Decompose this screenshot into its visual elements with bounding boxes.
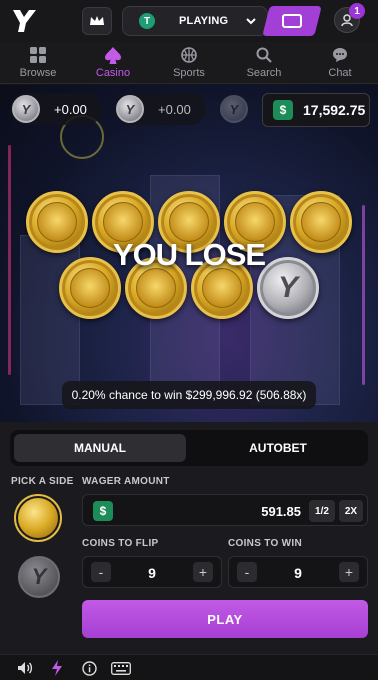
play-button[interactable]: PLAY (82, 600, 368, 638)
coins-to-flip-minus-button[interactable]: - (91, 562, 111, 582)
turbo-toggle[interactable] (48, 660, 66, 676)
chevron-down-icon (246, 18, 256, 25)
currency-selector[interactable]: T PLAYING (122, 6, 268, 36)
win-chance-info: 0.20% chance to win $299,996.92 (506.88x… (62, 381, 316, 409)
coins-to-flip-plus-button[interactable]: + (193, 562, 213, 582)
playing-label: PLAYING (179, 15, 229, 27)
crown-icon (90, 16, 104, 25)
coins-to-flip-stepper: 9 - + (82, 556, 222, 588)
hotkeys-button[interactable] (110, 660, 132, 676)
balance-display: $ 17,592.75 (262, 93, 370, 127)
nav-item-sports[interactable]: Sports (159, 46, 219, 82)
top-bar: T PLAYING 1 (0, 0, 378, 42)
tether-coin-icon: T (139, 13, 155, 29)
double-wager-button[interactable]: 2X (339, 500, 363, 522)
info-icon (81, 660, 97, 676)
wallet-icon (282, 14, 302, 28)
coins-to-win-minus-button[interactable]: - (237, 562, 257, 582)
nav-label: Search (246, 67, 282, 79)
neon-light (362, 205, 365, 385)
tab-manual[interactable]: MANUAL (14, 434, 186, 462)
keyboard-icon (111, 661, 131, 675)
coins-to-win-plus-button[interactable]: + (339, 562, 359, 582)
pick-gold-side[interactable] (14, 494, 62, 542)
footer-toolbar (0, 654, 378, 680)
notification-badge: 1 (349, 3, 365, 19)
game-area: Y +0.00 Y +0.00 Y $ 17,592.75 Y YOU LOSE… (0, 85, 378, 422)
coins-to-flip-label: COINS TO FLIP (82, 538, 159, 549)
silver-coin-icon: Y (116, 95, 144, 123)
side-balance-2: Y +0.00 (114, 93, 206, 125)
pick-side-label: PICK A SIDE (11, 476, 74, 487)
nav-label: Casino (95, 67, 131, 79)
side-balance-1: Y +0.00 (10, 93, 102, 125)
tab-autobet[interactable]: AUTOBET (192, 434, 364, 462)
sound-toggle[interactable] (16, 660, 34, 676)
info-button[interactable] (80, 660, 98, 676)
coins-to-win-label: COINS TO WIN (228, 538, 302, 549)
wager-value: 591.85 (261, 504, 301, 519)
balance-amount: 17,592.75 (303, 102, 366, 118)
basketball-icon (181, 47, 197, 63)
main-nav: Browse Casino Sports Search Chat (0, 42, 378, 84)
pick-silver-side[interactable]: Y (18, 556, 60, 598)
dollar-icon: $ (273, 100, 293, 120)
silver-coin-icon: Y (220, 95, 248, 123)
bet-controls: MANUAL AUTOBET PICK A SIDE Y WAGER AMOUN… (0, 422, 378, 654)
nav-label: Browse (19, 67, 57, 79)
coins-to-win-stepper: 9 - + (228, 556, 368, 588)
lightning-icon (52, 660, 62, 676)
wager-label: WAGER AMOUNT (82, 476, 170, 487)
nav-item-chat[interactable]: Chat (310, 46, 370, 82)
nav-item-browse[interactable]: Browse (8, 46, 68, 82)
grid-icon (30, 47, 46, 63)
nav-label: Chat (328, 67, 352, 79)
wager-input[interactable]: $ 591.85 1/2 2X (82, 494, 368, 526)
logo-icon[interactable] (10, 6, 38, 34)
sound-icon (18, 662, 33, 674)
result-text: YOU LOSE (112, 237, 266, 272)
nav-item-search[interactable]: Search (234, 46, 294, 82)
mode-tabs: MANUAL AUTOBET (10, 430, 368, 466)
silver-coin-icon: Y (12, 95, 40, 123)
chat-icon (333, 48, 347, 62)
nav-item-casino[interactable]: Casino (83, 46, 143, 82)
half-wager-button[interactable]: 1/2 (309, 500, 335, 522)
search-icon (256, 47, 272, 63)
nav-label: Sports (173, 67, 205, 79)
wallet-button[interactable] (262, 6, 322, 36)
spade-icon (105, 46, 121, 64)
dollar-icon: $ (93, 501, 113, 521)
vip-crown-button[interactable] (82, 7, 112, 35)
